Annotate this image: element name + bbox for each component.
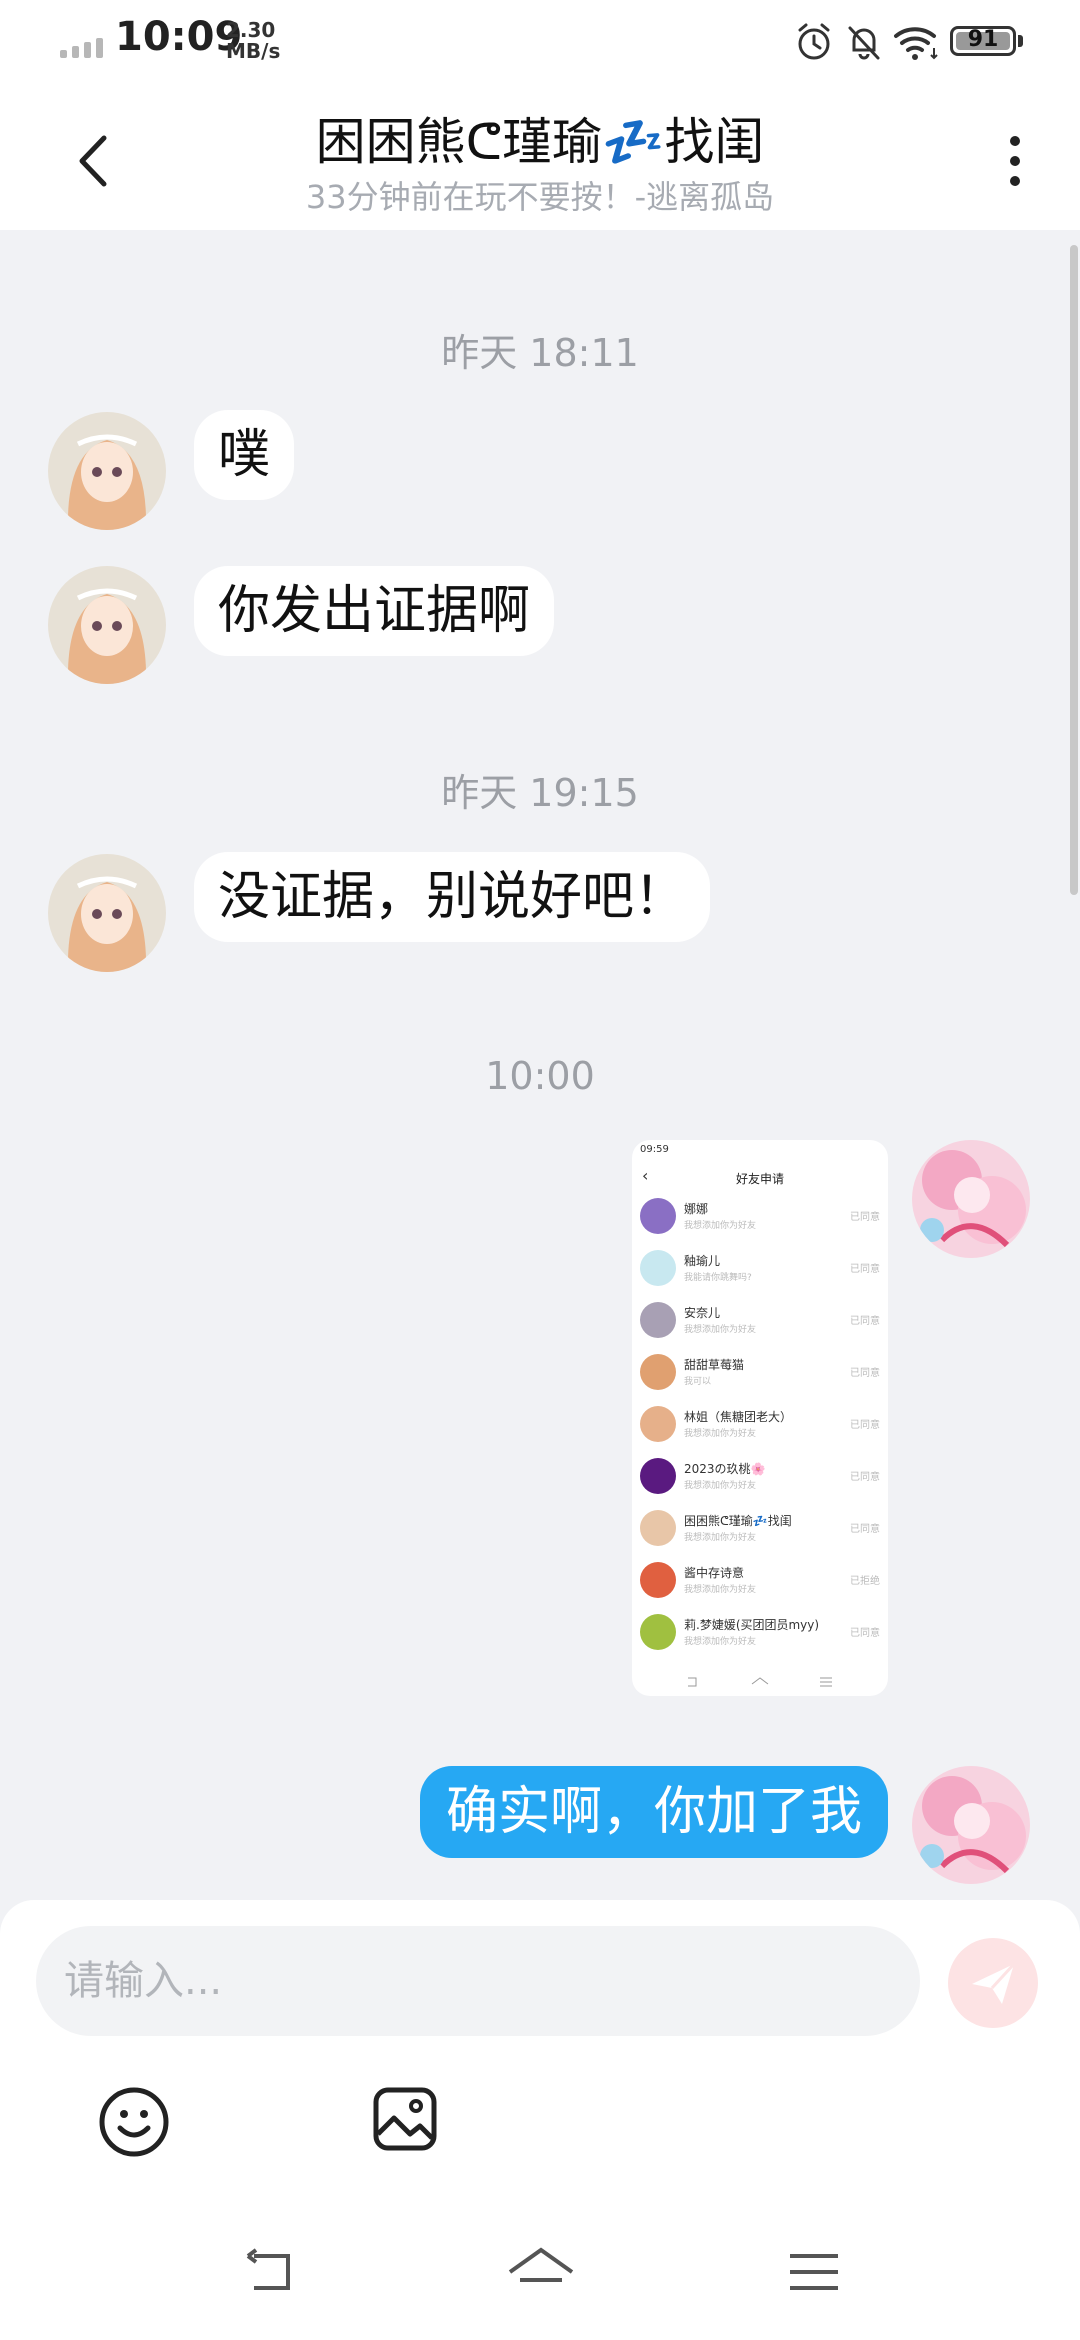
back-nav-icon[interactable] <box>240 2242 300 2302</box>
friend-request-row: 林姐（焦糖团老大） 我想添加你为好友 已同意 <box>632 1400 888 1452</box>
friend-avatar <box>640 1302 676 1338</box>
friend-request-row: 困困熊ᕦ瑾瑜💤找闺我想添加你为好友 已同意 <box>632 1504 888 1556</box>
battery-icon: 91 <box>950 26 1016 56</box>
request-state: 已同意 <box>850 1472 880 1483</box>
friend-name: 困困熊ᕦ瑾瑜💤找闺 <box>684 1514 792 1528</box>
friend-avatar <box>640 1198 676 1234</box>
friend-name: 娜娜 <box>684 1202 709 1216</box>
request-state: 已同意 <box>850 1420 880 1431</box>
battery-level: 91 <box>967 27 999 52</box>
message-bubble-outgoing[interactable]: 确实啊，你加了我 <box>419 1766 888 1858</box>
request-state: 已同意 <box>850 1628 880 1639</box>
friend-name: 酱中存诗意 <box>684 1566 745 1580</box>
request-state: 已同意 <box>850 1524 880 1535</box>
friend-note: 我想添加你为好友 <box>684 1221 757 1231</box>
friend-avatar <box>640 1614 676 1650</box>
message-input[interactable]: 请输入... <box>36 1926 920 2036</box>
friend-note: 我想添加你为好友 <box>684 1585 757 1595</box>
friend-name: 釉瑜儿 <box>684 1254 721 1268</box>
request-state: 已同意 <box>850 1212 880 1223</box>
friend-avatar <box>640 1562 676 1598</box>
request-state: 已拒绝 <box>850 1576 880 1587</box>
emoji-icon[interactable] <box>96 2084 172 2160</box>
screenshot-navbar <box>688 1677 832 1687</box>
friend-avatar <box>640 1354 676 1390</box>
friend-request-row: 莉.梦婕媛(买团团员myy) 我想添加你为好友 已同意 <box>632 1608 888 1660</box>
network-speed: 2.30 MB/s <box>226 20 280 62</box>
friend-name: 林姐（焦糖团老大） <box>684 1410 793 1424</box>
friend-note: 我想添加你为好友 <box>684 1481 757 1491</box>
friend-request-row: 安奈儿我想添加你为好友 已同意 <box>632 1296 888 1348</box>
friend-note: 我想添加你为好友 <box>684 1325 757 1335</box>
alarm-icon <box>798 23 830 60</box>
contact-avatar[interactable] <box>48 566 166 684</box>
request-state: 已同意 <box>850 1264 880 1275</box>
timestamp: 昨天 18:11 <box>441 331 639 375</box>
status-time: 10:09 <box>115 14 243 60</box>
network-speed-value: 2.30 <box>226 18 276 42</box>
screenshot-status-time: 09:59 <box>640 1144 669 1155</box>
message-bubble-incoming[interactable]: 没证据，别说好吧！ <box>194 852 711 942</box>
friend-avatar <box>640 1458 676 1494</box>
wifi-icon <box>894 27 938 60</box>
chat-title: 困困熊ᕦ瑾瑜💤找闺 <box>315 113 765 171</box>
my-avatar[interactable] <box>912 1140 1030 1258</box>
contact-avatar[interactable] <box>48 412 166 530</box>
mute-bell-icon <box>848 26 880 60</box>
home-nav-icon[interactable] <box>506 2242 576 2302</box>
image-message[interactable]: 09:59 ‹ 好友申请 娜娜 我想添加你为好友 已同意 釉瑜儿 我能请你跳舞吗? 已同意… <box>632 1140 888 1696</box>
more-vertical-icon[interactable] <box>1000 126 1030 196</box>
friend-request-row: 娜娜我想添加你为好友 已同意 <box>632 1192 888 1244</box>
friend-note: 我可以 <box>684 1377 712 1387</box>
friend-avatar <box>640 1250 676 1286</box>
request-state: 已同意 <box>850 1316 880 1327</box>
image-icon[interactable] <box>370 2084 440 2154</box>
friend-note: 我想添加你为好友 <box>684 1429 757 1439</box>
chat-header: 困困熊ᕦ瑾瑜💤找闺 33分钟前在玩不要按！-逃离孤岛 <box>0 86 1080 230</box>
send-button[interactable] <box>948 1938 1038 2028</box>
timestamp: 10:00 <box>485 1054 595 1098</box>
signal-icon <box>60 34 106 58</box>
friend-name: 莉.梦婕媛(买团团员myy) <box>684 1618 820 1632</box>
message-bubble-incoming[interactable]: 你发出证据啊 <box>194 566 555 656</box>
friend-avatar <box>640 1510 676 1546</box>
friend-note: 我能请你跳舞吗? <box>684 1273 752 1283</box>
friend-name: 甜甜草莓猫 <box>684 1358 745 1372</box>
friend-avatar <box>640 1406 676 1442</box>
friend-request-row: 2023の玖桃🌸 我想添加你为好友 已同意 <box>632 1452 888 1504</box>
friend-name: 2023の玖桃🌸 <box>684 1462 766 1476</box>
battery-tip <box>1018 35 1023 47</box>
friend-note: 我想添加你为好友 <box>684 1637 757 1647</box>
status-bar: 10:09 2.30 MB/s 91 <box>0 0 1080 86</box>
chat-subtitle: 33分钟前在玩不要按！-逃离孤岛 <box>305 178 775 216</box>
timestamp: 昨天 19:15 <box>441 771 639 815</box>
friend-request-row: 酱中存诗意我想添加你为好友 已拒绝 <box>632 1556 888 1608</box>
screenshot-title: 好友申请 <box>735 1172 784 1186</box>
system-navbar <box>0 2220 1080 2340</box>
menu-nav-icon[interactable] <box>784 2242 844 2302</box>
friend-request-row: 釉瑜儿我能请你跳舞吗? 已同意 <box>632 1244 888 1296</box>
message-bubble-incoming[interactable]: 噗 <box>194 410 295 500</box>
network-speed-unit: MB/s <box>226 39 281 63</box>
send-icon <box>972 1962 1016 2004</box>
contact-avatar[interactable] <box>48 854 166 972</box>
friend-request-row: 甜甜草莓猫我可以 已同意 <box>632 1348 888 1400</box>
request-state: 已同意 <box>850 1368 880 1379</box>
friend-name: 安奈儿 <box>684 1306 721 1320</box>
chevron-left-icon[interactable] <box>60 126 130 196</box>
my-avatar[interactable] <box>912 1766 1030 1884</box>
friend-note: 我想添加你为好友 <box>684 1533 757 1543</box>
